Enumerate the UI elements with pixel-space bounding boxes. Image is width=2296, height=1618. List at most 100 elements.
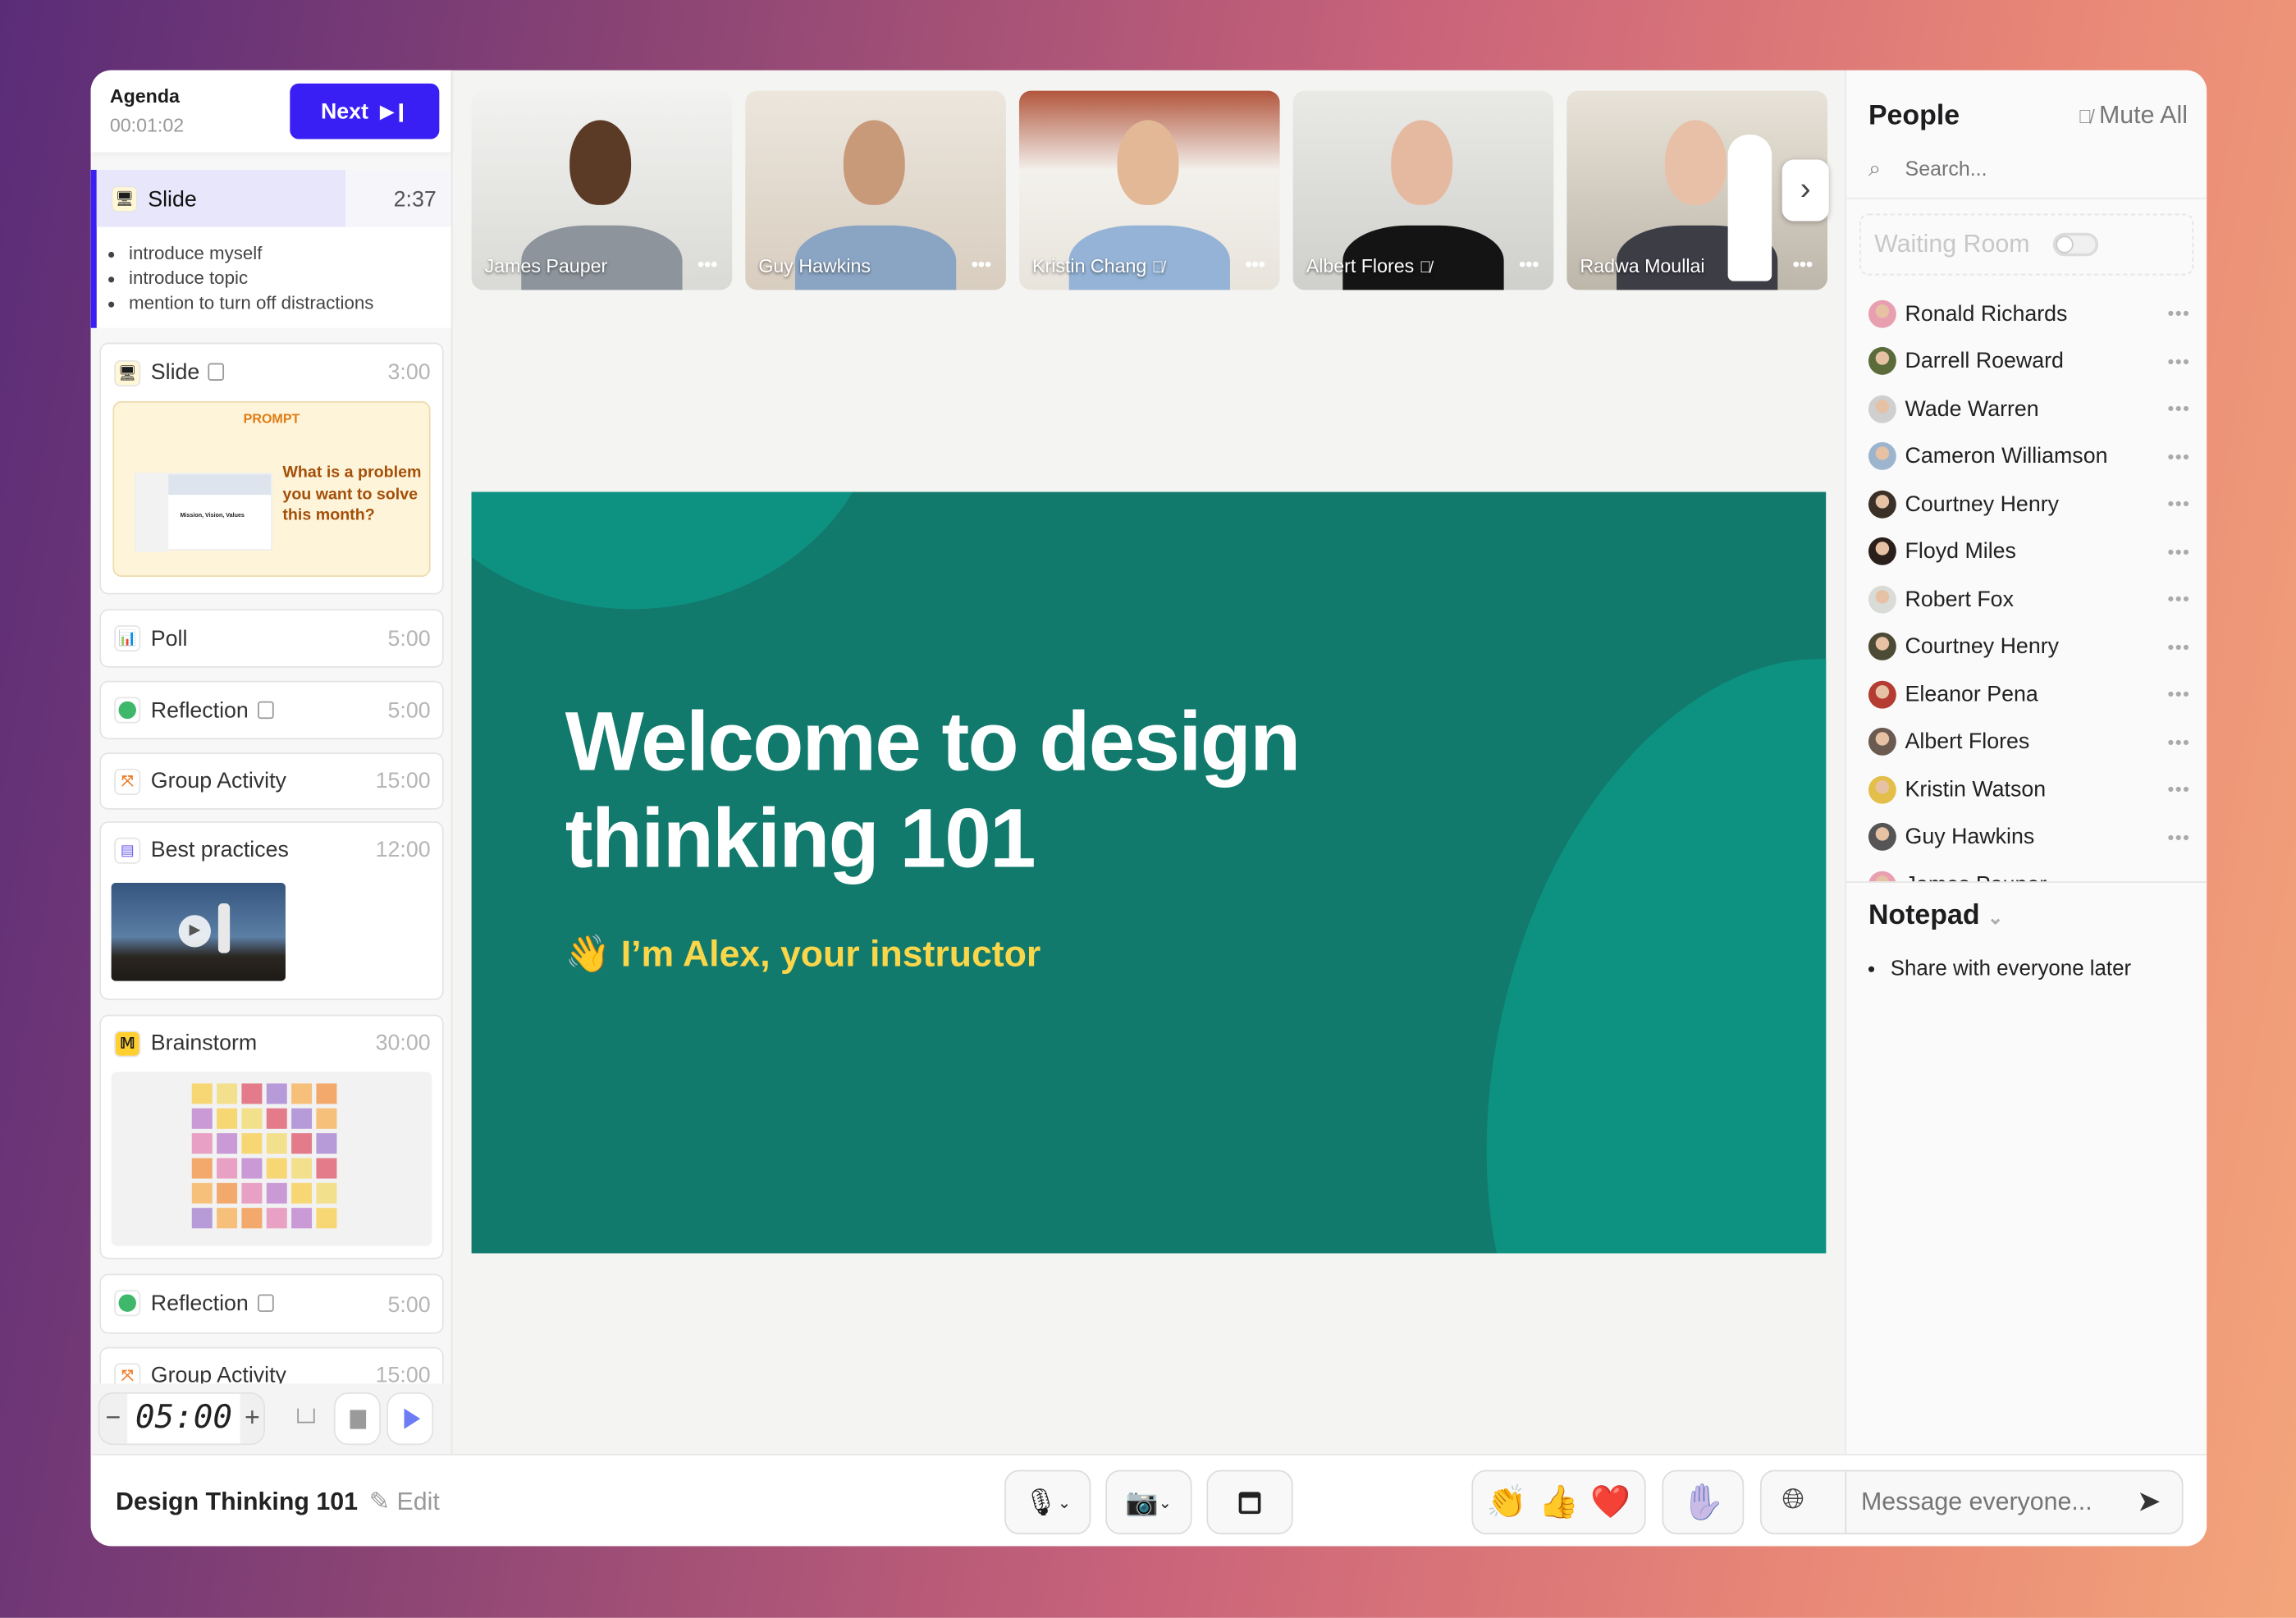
clap-reaction[interactable]: 👏 xyxy=(1487,1483,1527,1521)
item-time: 12:00 xyxy=(375,837,431,863)
agenda-header: Agenda 00:01:02 Next ▶❙ xyxy=(90,70,451,153)
agenda-item-poll[interactable]: 📊 Poll 5:00 xyxy=(99,609,444,668)
microphone-button[interactable]: 🎙 ⌄ xyxy=(1004,1469,1091,1535)
heart-reaction[interactable]: ❤️ xyxy=(1590,1483,1631,1521)
send-icon[interactable]: ➤ xyxy=(2137,1483,2161,1520)
more-options-icon[interactable]: ••• xyxy=(2168,683,2191,704)
people-list-item[interactable]: Ronald Richards ••• xyxy=(1868,295,2191,331)
people-title: People xyxy=(1868,101,1960,132)
people-search[interactable]: ⌕ xyxy=(1868,156,2191,189)
people-list-item[interactable]: Courtney Henry ••• xyxy=(1868,486,2191,521)
item-time: 15:00 xyxy=(375,768,431,794)
people-list-item[interactable]: Kristin Watson ••• xyxy=(1868,771,2191,807)
message-input[interactable] xyxy=(1861,1487,2125,1517)
sticky-note xyxy=(191,1182,213,1204)
avatar xyxy=(1868,346,1896,375)
people-list-item[interactable]: Albert Flores ••• xyxy=(1868,724,2191,759)
timer-value[interactable]: 05:00 xyxy=(127,1393,240,1444)
slide-title-line: thinking 101 xyxy=(565,792,1036,886)
more-options-icon[interactable]: ••• xyxy=(2168,493,2191,514)
participant-tile[interactable]: James Pauper ••• xyxy=(471,90,733,290)
reactions-bar: 👏 👍 ❤️ xyxy=(1471,1469,1646,1535)
more-options-icon[interactable]: ••• xyxy=(2168,826,2191,847)
agenda-item-best-practices[interactable]: ▤ Best practices 12:00 ▶ xyxy=(99,821,444,1000)
item-label: Slide xyxy=(150,359,200,386)
participant-tile[interactable]: Guy Hawkins ••• xyxy=(745,90,1006,290)
video-thumbnail[interactable]: ▶ xyxy=(111,883,286,981)
notes-icon xyxy=(208,363,225,381)
pencil-icon: ✎ xyxy=(368,1487,391,1515)
next-page-chevron-icon[interactable]: › xyxy=(1781,159,1829,222)
reflection-icon xyxy=(114,697,141,724)
people-list-item[interactable]: Guy Hawkins ••• xyxy=(1868,819,2191,854)
more-options-icon[interactable]: ••• xyxy=(2168,398,2191,418)
more-options-icon[interactable]: ••• xyxy=(697,254,717,276)
camera-button[interactable]: 📷 ⌄ xyxy=(1105,1469,1192,1535)
raise-hand-button[interactable]: ✋ xyxy=(1662,1469,1745,1535)
people-list-item[interactable]: Wade Warren ••• xyxy=(1868,391,2191,426)
people-list-item[interactable]: James Pauper ••• xyxy=(1868,866,2191,882)
next-button[interactable]: Next ▶❙ xyxy=(290,83,440,139)
globe-icon[interactable]: 🌐︎ xyxy=(1782,1484,1804,1516)
reflection-icon xyxy=(114,1290,141,1317)
share-timer-icon[interactable] xyxy=(297,1408,315,1424)
sticky-note xyxy=(217,1133,238,1154)
mute-all-button[interactable]: 🎙̸ Mute All xyxy=(2078,101,2188,130)
person-name: Ronald Richards xyxy=(1905,300,2068,327)
current-item-label: Slide xyxy=(148,187,197,213)
more-options-icon[interactable]: ••• xyxy=(1519,254,1539,276)
more-options-icon[interactable]: ••• xyxy=(2168,779,2191,799)
more-options-icon[interactable]: ••• xyxy=(1245,254,1265,276)
people-list-item[interactable]: Eleanor Pena ••• xyxy=(1868,676,2191,711)
sticky-note xyxy=(217,1083,238,1104)
people-list-item[interactable]: Robert Fox ••• xyxy=(1868,581,2191,616)
decrement-button[interactable]: − xyxy=(105,1402,121,1433)
person-name: James Pauper xyxy=(1905,872,2047,882)
poll-icon: 📊 xyxy=(114,624,141,652)
play-button[interactable] xyxy=(386,1392,434,1446)
avatar xyxy=(1868,489,1896,518)
more-options-icon[interactable]: ••• xyxy=(2168,588,2191,609)
participant-tile[interactable]: Albert Flores 🎙̸ ••• xyxy=(1292,90,1554,290)
people-list-item[interactable]: Courtney Henry ••• xyxy=(1868,628,2191,664)
agenda-item-reflection[interactable]: Reflection 5:00 xyxy=(99,680,444,740)
edit-button[interactable]: ✎ Edit xyxy=(369,1488,440,1517)
agenda-item-reflection[interactable]: Reflection 5:00 xyxy=(99,1273,444,1334)
participant-tile[interactable]: Kristin Chang 🎙̸ ••• xyxy=(1018,90,1280,290)
sticky-note xyxy=(291,1083,313,1104)
more-options-icon[interactable]: ••• xyxy=(2168,350,2191,371)
avatar xyxy=(1868,870,1896,882)
agenda-item-current[interactable]: 🖥 Slide 2:37 introduce myself introduce … xyxy=(90,169,451,328)
screen-share-button[interactable] xyxy=(1206,1469,1293,1535)
more-options-icon[interactable]: ••• xyxy=(2168,731,2191,752)
camera-icon: 📷 xyxy=(1125,1487,1159,1516)
more-options-icon[interactable]: ••• xyxy=(2168,636,2191,656)
people-list-item[interactable]: Cameron Williamson ••• xyxy=(1868,438,2191,473)
notepad-list[interactable]: Share with everyone later xyxy=(1891,958,2131,981)
more-options-icon[interactable]: ••• xyxy=(2168,446,2191,466)
increment-button[interactable]: + xyxy=(245,1402,260,1433)
agenda-item-slide[interactable]: 🖥 Slide 3:00 PROMPT Mission, Vision, Val… xyxy=(99,342,444,595)
more-options-icon[interactable]: ••• xyxy=(972,254,991,276)
search-input[interactable] xyxy=(1905,156,2184,181)
people-list-item[interactable]: Darrell Roeward ••• xyxy=(1868,343,2191,378)
slide-title: Welcome to design thinking 101 xyxy=(565,694,1301,888)
item-label: Brainstorm xyxy=(150,1031,258,1056)
sticky-note xyxy=(266,1158,287,1179)
agenda-sidebar: Agenda 00:01:02 Next ▶❙ 🖥 Slide 2:37 intr… xyxy=(90,70,453,1454)
agenda-item-brainstorm[interactable]: 𝕄 Brainstorm 30:00 xyxy=(99,1014,444,1259)
people-list-item[interactable]: Floyd Miles ••• xyxy=(1868,533,2191,569)
participant-name: Albert Flores 🎙̸ xyxy=(1306,254,1432,277)
thumbs-up-reaction[interactable]: 👍 xyxy=(1539,1483,1579,1521)
waiting-room-toggle[interactable] xyxy=(2052,232,2099,257)
more-options-icon[interactable]: ••• xyxy=(1793,254,1813,276)
sticky-note xyxy=(241,1182,263,1204)
more-options-icon[interactable]: ••• xyxy=(2168,874,2191,881)
stop-button[interactable] xyxy=(333,1392,381,1446)
timer-stepper[interactable]: − 05:00 + xyxy=(98,1392,265,1446)
notepad-toggle[interactable]: Notepad ⌄ xyxy=(1868,900,2004,932)
play-icon[interactable]: ▶ xyxy=(178,915,211,948)
more-options-icon[interactable]: ••• xyxy=(2168,303,2191,323)
more-options-icon[interactable]: ••• xyxy=(2168,541,2191,561)
agenda-item-group-activity[interactable]: ⤧ Group Activity 15:00 xyxy=(99,752,444,810)
